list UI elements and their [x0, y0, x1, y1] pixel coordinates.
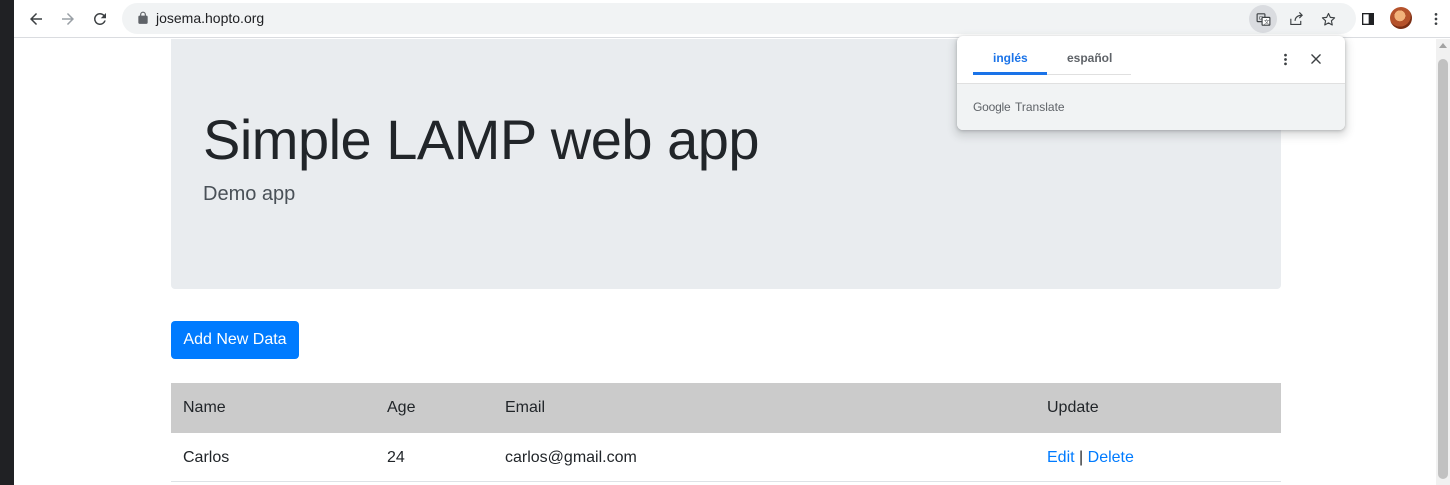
- scroll-up-arrow[interactable]: [1439, 43, 1447, 48]
- cell-name: Carlos: [183, 449, 230, 466]
- scroll-thumb[interactable]: [1438, 59, 1448, 479]
- url-text: josema.hopto.org: [156, 10, 265, 26]
- cell-email: carlos@gmail.com: [505, 449, 637, 466]
- back-icon: [30, 13, 42, 25]
- page-subtitle: Demo app: [203, 183, 296, 205]
- reload-button[interactable]: [86, 5, 114, 33]
- translate-wordmark: Translate: [1015, 100, 1065, 114]
- bookmark-button[interactable]: [1314, 5, 1342, 33]
- profile-avatar[interactable]: [1390, 7, 1412, 29]
- google-wordmark: Google: [973, 100, 1011, 114]
- active-tab-indicator: [973, 72, 1047, 75]
- column-header-update: Update: [1047, 399, 1099, 416]
- tab-source-language[interactable]: inglés: [993, 51, 1028, 65]
- column-header-email: Email: [505, 399, 546, 416]
- translate-button[interactable]: G文: [1249, 5, 1277, 33]
- translate-close-button[interactable]: [1306, 49, 1326, 69]
- link-separator: |: [1079, 449, 1084, 466]
- more-vert-icon: [1434, 13, 1438, 25]
- close-icon: [1311, 54, 1321, 64]
- page-scrollbar[interactable]: [1436, 39, 1450, 485]
- cell-age: 24: [387, 449, 405, 466]
- translate-popup: inglés español Google Translate: [957, 36, 1345, 130]
- translate-footer: Google Translate: [957, 83, 1345, 130]
- browser-menu-button[interactable]: [1422, 5, 1450, 33]
- add-new-data-button[interactable]: Add New Data: [171, 321, 299, 359]
- window-edge: [0, 0, 14, 485]
- language-tabs: inglés español: [973, 36, 1131, 75]
- share-button[interactable]: [1282, 5, 1310, 33]
- edit-link[interactable]: Edit: [1047, 449, 1075, 466]
- lock-icon: [138, 11, 148, 24]
- cell-update: Edit | Delete: [1047, 449, 1134, 467]
- tab-target-language[interactable]: español: [1067, 51, 1112, 65]
- forward-icon: [62, 13, 74, 25]
- table-row: Carlos 24 carlos@gmail.com Edit | Delete: [171, 433, 1281, 482]
- side-panel-button[interactable]: [1354, 5, 1382, 33]
- back-button[interactable]: [22, 5, 50, 33]
- delete-link[interactable]: Delete: [1088, 449, 1134, 466]
- column-header-name: Name: [183, 399, 226, 416]
- star-icon: [1321, 12, 1335, 26]
- forward-button[interactable]: [54, 5, 82, 33]
- share-icon: [1289, 11, 1303, 25]
- browser-toolbar: josema.hopto.org G文: [14, 0, 1450, 38]
- side-panel-icon: [1362, 13, 1374, 25]
- more-vert-icon: [1283, 53, 1287, 65]
- address-bar[interactable]: josema.hopto.org G文: [122, 3, 1356, 34]
- translate-options-button[interactable]: [1275, 49, 1295, 69]
- column-header-age: Age: [387, 399, 416, 416]
- table-header: Name Age Email Update: [171, 383, 1281, 433]
- reload-icon: [93, 12, 106, 25]
- translate-icon: G文: [1256, 12, 1270, 25]
- page-title: Simple LAMP web app: [203, 108, 760, 171]
